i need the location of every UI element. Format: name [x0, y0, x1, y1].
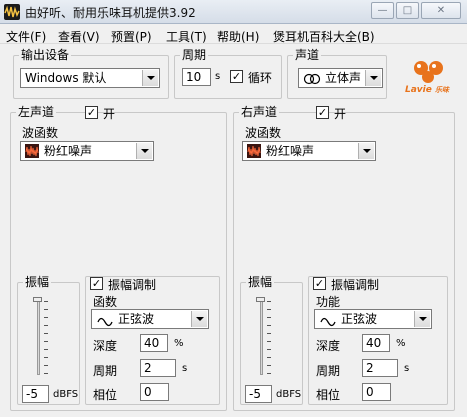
chevron-down-icon	[191, 311, 207, 327]
left-on-label: 开	[103, 107, 116, 121]
right-wave-label: 波函数	[245, 126, 282, 140]
right-phase-label: 相位	[316, 388, 341, 402]
menu-tools[interactable]: 工具(T)	[166, 28, 207, 45]
chevron-down-icon	[136, 143, 152, 159]
brand-logo: Lavie 乐味	[405, 54, 455, 98]
app-icon	[4, 4, 20, 20]
left-wave-select[interactable]: 粉红噪声	[20, 141, 154, 161]
right-on-label: 开	[334, 107, 347, 121]
output-device-value: Windows 默认	[25, 71, 107, 85]
chevron-down-icon	[358, 143, 374, 159]
left-wave-value: 粉红噪声	[44, 144, 93, 158]
chevron-down-icon	[142, 70, 158, 86]
stereo-icon	[303, 72, 321, 85]
right-channel-legend: 右声道	[241, 105, 278, 119]
left-cycle-unit: s	[182, 363, 188, 374]
right-depth-label: 深度	[316, 339, 341, 353]
channel-legend: 声道	[295, 48, 320, 62]
window-title: 由好听、耐用乐味耳机提供3.92	[25, 6, 196, 20]
noise-waveform-icon	[25, 144, 39, 158]
period-legend: 周期	[182, 48, 207, 62]
left-amplitude-unit: dBFS	[53, 389, 79, 400]
left-channel-legend: 左声道	[18, 105, 55, 119]
left-phase-label: 相位	[93, 388, 118, 402]
menu-view[interactable]: 查看(V)	[58, 28, 100, 45]
chevron-down-icon	[365, 70, 381, 86]
loop-checkbox[interactable]: ✓	[230, 70, 243, 83]
right-wave-select[interactable]: 粉红噪声	[242, 141, 376, 161]
output-device-select[interactable]: Windows 默认	[20, 68, 160, 88]
left-amplitude-legend: 振幅	[25, 275, 50, 289]
right-amplitude-legend: 振幅	[248, 275, 273, 289]
minimize-icon: —	[377, 5, 388, 16]
menu-presets[interactable]: 预置(P)	[111, 28, 152, 45]
right-cycle-label: 周期	[316, 364, 341, 378]
left-cycle-label: 周期	[93, 364, 118, 378]
period-input[interactable]: 10	[182, 68, 211, 86]
app-window: 由好听、耐用乐味耳机提供3.92 — □ ✕ 文件(F) 查看(V) 预置(P)…	[0, 0, 467, 417]
right-phase-input[interactable]: 0	[362, 383, 391, 401]
left-wave-label: 波函数	[22, 126, 59, 140]
output-device-legend: 输出设备	[21, 48, 70, 62]
left-function-label: 函数	[93, 295, 118, 309]
right-function-label: 功能	[316, 295, 341, 309]
menu-headphone-wiki[interactable]: 煲耳机百科大全(B)	[273, 28, 375, 45]
sine-wave-icon	[320, 314, 336, 327]
chevron-down-icon	[414, 311, 430, 327]
left-function-value: 正弦波	[118, 312, 155, 326]
right-depth-input[interactable]: 40	[362, 334, 390, 352]
brand-logo-text: Lavie	[405, 85, 432, 95]
right-amplitude-slider[interactable]	[251, 295, 281, 377]
menu-bar: 文件(F) 查看(V) 预置(P) 工具(T) 帮助(H) 煲耳机百科大全(B)	[0, 25, 467, 44]
noise-waveform-icon	[247, 144, 261, 158]
brand-logo-sub: 乐味	[435, 86, 450, 94]
left-depth-input[interactable]: 40	[140, 334, 168, 352]
left-modulation-checkbox[interactable]: ✓	[90, 277, 103, 290]
left-cycle-input[interactable]: 2	[140, 359, 176, 377]
right-amplitude-input[interactable]: -5	[245, 385, 272, 403]
right-modulation-label: 振幅调制	[331, 278, 380, 292]
loop-label: 循环	[248, 71, 273, 85]
maximize-icon: □	[402, 5, 413, 16]
left-phase-input[interactable]: 0	[140, 383, 169, 401]
right-on-checkbox[interactable]: ✓	[316, 106, 329, 119]
close-button[interactable]: ✕	[421, 2, 461, 19]
right-depth-unit: %	[396, 338, 406, 349]
right-modulation-checkbox[interactable]: ✓	[313, 277, 326, 290]
right-cycle-unit: s	[404, 363, 410, 374]
minimize-button[interactable]: —	[371, 2, 394, 19]
right-function-value: 正弦波	[341, 312, 378, 326]
right-cycle-input[interactable]: 2	[362, 359, 398, 377]
sine-wave-icon	[97, 314, 113, 327]
left-depth-unit: %	[174, 338, 184, 349]
title-bar: 由好听、耐用乐味耳机提供3.92 — □ ✕	[0, 0, 467, 24]
right-function-select[interactable]: 正弦波	[314, 309, 432, 329]
left-modulation-label: 振幅调制	[108, 278, 157, 292]
channel-select[interactable]: 立体声	[298, 68, 383, 88]
left-amplitude-input[interactable]: -5	[22, 385, 49, 403]
left-on-checkbox[interactable]: ✓	[85, 106, 98, 119]
right-wave-value: 粉红噪声	[266, 144, 315, 158]
menu-file[interactable]: 文件(F)	[6, 28, 46, 45]
left-amplitude-slider[interactable]	[28, 295, 58, 377]
left-depth-label: 深度	[93, 339, 118, 353]
channel-value: 立体声	[325, 71, 362, 85]
close-icon: ✕	[436, 5, 446, 16]
maximize-button[interactable]: □	[396, 2, 419, 19]
menu-help[interactable]: 帮助(H)	[217, 28, 259, 45]
left-function-select[interactable]: 正弦波	[91, 309, 209, 329]
right-amplitude-unit: dBFS	[276, 389, 302, 400]
period-unit: s	[215, 71, 221, 82]
